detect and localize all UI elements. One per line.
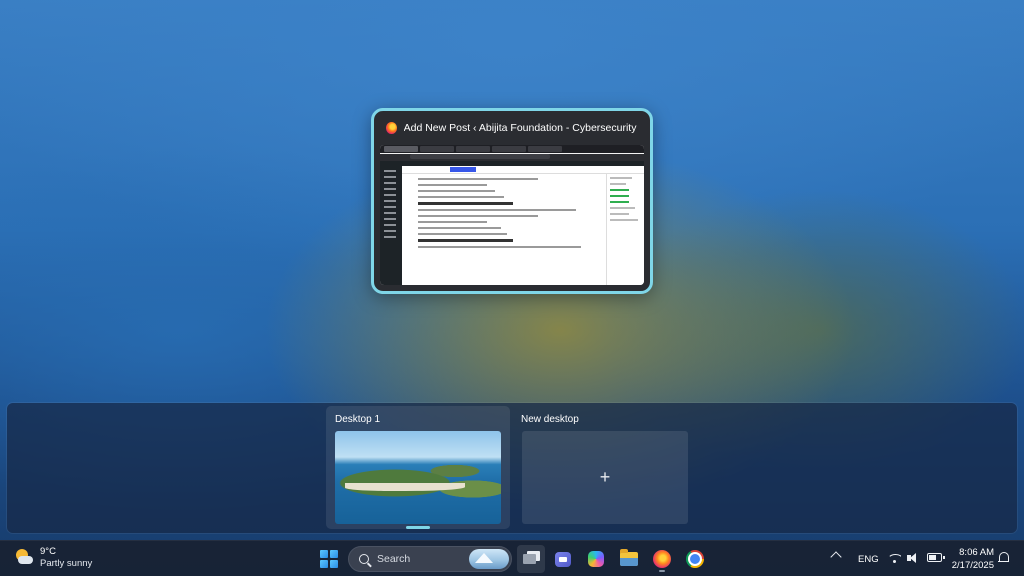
window-thumbnail-header: Add New Post ‹ Abijita Foundation - Cybe… [380,117,644,139]
task-view-button[interactable] [517,545,545,573]
wifi-icon [888,551,901,564]
partly-sunny-icon [14,548,34,568]
desktop-1-card[interactable]: Desktop 1 [326,406,510,529]
taskbar-search-box[interactable]: Search [348,546,512,572]
chrome-icon [686,550,704,568]
folder-icon [620,549,638,566]
file-explorer-button[interactable] [615,545,643,573]
plus-icon: + [599,467,611,487]
wp-sidebar-preview [380,166,402,285]
input-language-indicator[interactable]: ENG [858,554,879,565]
new-desktop-label: New desktop [521,414,579,425]
editor-body-preview [402,174,606,285]
windows-logo-icon [320,550,328,558]
clock-date: 2/17/2025 [951,560,994,571]
chrome-button[interactable] [681,545,709,573]
new-desktop-button[interactable]: + [522,431,688,524]
search-icon [359,554,369,564]
weather-description: Partly sunny [40,558,93,569]
desktop-1-wallpaper-preview [335,431,501,524]
browser-urlbar-preview [380,154,644,161]
search-highlight-image [469,549,509,569]
new-desktop-card[interactable]: New desktop + [512,406,696,529]
copilot-button[interactable] [582,545,610,573]
taskbar: 9°C Partly sunny Search ENG 8:06 AM 2/17… [0,540,1024,576]
firefox-button[interactable] [648,545,676,573]
weather-temperature: 9°C [40,546,56,557]
start-button[interactable] [320,550,338,568]
teams-button[interactable] [549,545,577,573]
volume-icon [907,552,921,564]
running-indicator [659,570,665,572]
quick-settings-tray[interactable] [888,551,945,564]
battery-icon [927,553,945,562]
editor-settings-panel-preview [606,174,644,285]
show-hidden-icons-chevron-icon[interactable] [830,551,842,563]
weather-widget[interactable]: 9°C Partly sunny [14,546,92,570]
firefox-icon [386,122,397,134]
desktop-1-label: Desktop 1 [335,414,381,425]
virtual-desktops-bar: Desktop 1 New desktop + [7,403,1017,533]
window-thumbnail-title: Add New Post ‹ Abijita Foundation - Cybe… [403,122,638,134]
notifications-bell-icon[interactable] [998,552,1009,564]
teams-icon [555,551,571,567]
editor-toolbar-preview [402,166,644,174]
browser-tabs-preview [380,145,644,153]
search-label: Search [377,553,411,565]
clock[interactable]: 8:06 AM 2/17/2025 [946,546,994,572]
copilot-icon [588,551,604,567]
window-thumbnail-preview [380,145,644,285]
clock-time: 8:06 AM [959,547,994,558]
window-thumbnail-firefox[interactable]: Add New Post ‹ Abijita Foundation - Cybe… [371,108,653,294]
firefox-icon [653,550,671,568]
active-desktop-indicator [406,526,430,529]
